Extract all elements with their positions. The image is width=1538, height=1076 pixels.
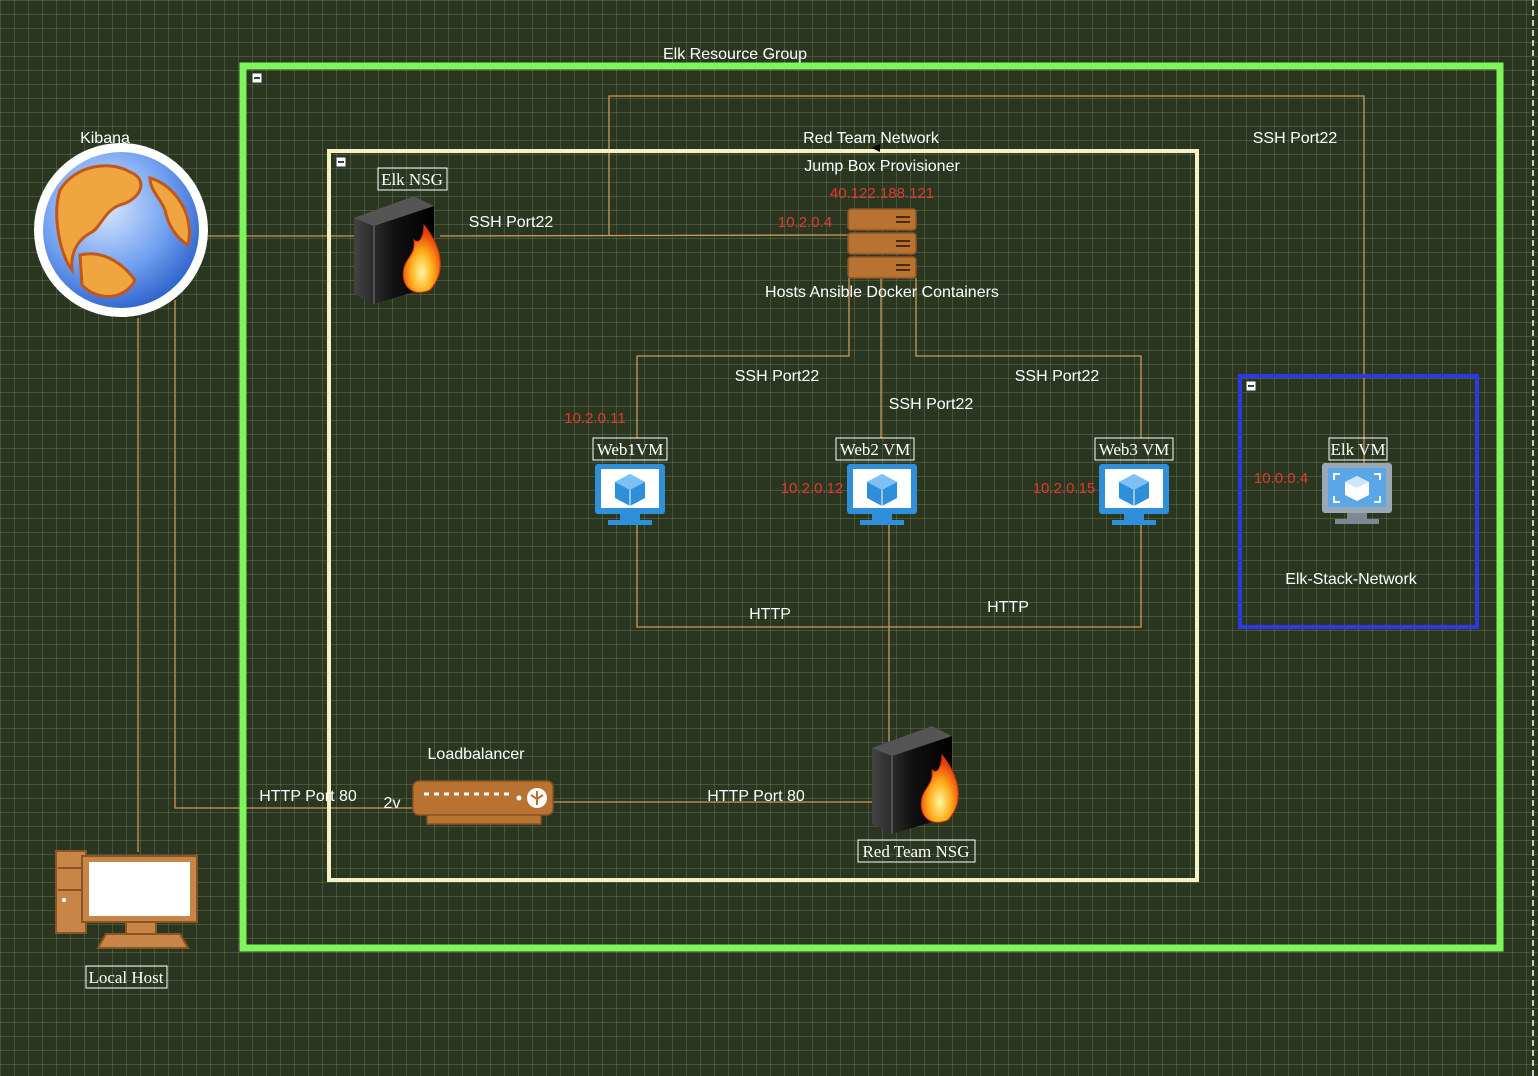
red-team-network-label: Red Team Network xyxy=(803,130,940,147)
elk-stack-network-label: Elk-Stack-Network xyxy=(1285,571,1418,588)
connection-lines xyxy=(137,95,1365,852)
desktop-computer-icon xyxy=(55,850,198,949)
red-team-network-border xyxy=(327,149,1199,882)
web2-node[interactable]: Web2 VM 10.2.0.12 xyxy=(781,437,917,525)
resource-group-label: Elk Resource Group xyxy=(663,46,807,63)
loadbalancer-label: Loadbalancer xyxy=(428,746,526,763)
vm-icon xyxy=(595,464,665,525)
web1-node[interactable]: Web1VM 10.2.0.11 xyxy=(564,410,668,525)
web3-ip: 10.2.0.15 xyxy=(1033,480,1096,497)
load-balancer-icon xyxy=(412,780,554,825)
vm-icon xyxy=(1099,464,1169,525)
edge-label-ssh-web1: SSH Port22 xyxy=(735,368,820,385)
elk-vm-label: Elk VM xyxy=(1331,440,1386,459)
web2-label: Web2 VM xyxy=(840,440,911,459)
red-team-nsg-label: Red Team NSG xyxy=(862,842,969,861)
elk-nsg-node[interactable]: Elk NSG xyxy=(354,167,448,304)
web2-ip: 10.2.0.12 xyxy=(781,480,844,497)
wire-kibana-loadbalancer xyxy=(174,300,413,809)
vm-icon xyxy=(847,464,917,525)
edge-label-http-web1: HTTP xyxy=(749,606,791,623)
collapse-icon[interactable] xyxy=(251,72,263,84)
edge-label-ssh-elk-vm: SSH Port22 xyxy=(1253,130,1338,147)
elk-nsg-label: Elk NSG xyxy=(381,170,443,189)
vm-icon xyxy=(1322,463,1392,524)
edge-label-http-port80-localhost: HTTP Port 80 xyxy=(259,788,357,805)
loadbalancer-node[interactable]: Loadbalancer 2v xyxy=(384,746,554,825)
jump-box-node[interactable]: Jump Box Provisioner 40.122.188.121 10.2… xyxy=(765,158,999,301)
local-host-node[interactable]: Local Host xyxy=(55,850,198,989)
edge-label-http-port80-nsg: HTTP Port 80 xyxy=(707,788,805,805)
web3-node[interactable]: Web3 VM 10.2.0.15 xyxy=(1033,437,1174,525)
edge-label-ssh-elk-nsg: SSH Port22 xyxy=(469,214,554,231)
globe-icon xyxy=(34,143,208,317)
jump-box-title: Jump Box Provisioner xyxy=(804,158,960,175)
wire-jumpbox-web3 xyxy=(915,278,1142,438)
jump-box-description: Hosts Ansible Docker Containers xyxy=(765,284,999,301)
web1-ip: 10.2.0.11 xyxy=(564,410,625,427)
firewall-icon xyxy=(872,726,959,834)
red-team-nsg-node[interactable]: Red Team NSG xyxy=(857,726,976,863)
local-host-label: Local Host xyxy=(88,968,163,987)
edge-label-ssh-web2: SSH Port22 xyxy=(889,396,974,413)
web3-label: Web3 VM xyxy=(1099,440,1170,459)
elk-vm-ip: 10.0.0.4 xyxy=(1254,470,1308,487)
server-icon xyxy=(847,208,917,279)
elk-vm-node[interactable]: Elk VM 10.0.0.4 xyxy=(1254,437,1392,524)
kibana-node[interactable]: Kibana xyxy=(34,130,208,317)
firewall-icon xyxy=(354,196,441,304)
edge-label-ssh-web3: SSH Port22 xyxy=(1015,368,1100,385)
jump-box-public-ip: 40.122.188.121 xyxy=(830,185,934,202)
edge-label-http-web3: HTTP xyxy=(987,599,1029,616)
wire-elk-nsg-jumpbox xyxy=(439,234,849,237)
loadbalancer-tag: 2v xyxy=(384,795,401,812)
jump-box-private-ip: 10.2.0.4 xyxy=(778,214,832,231)
web1-label: Web1VM xyxy=(597,440,664,459)
collapse-icon[interactable] xyxy=(1245,380,1257,392)
wire-jumpbox-web1 xyxy=(636,278,850,438)
collapse-icon[interactable] xyxy=(335,156,347,168)
